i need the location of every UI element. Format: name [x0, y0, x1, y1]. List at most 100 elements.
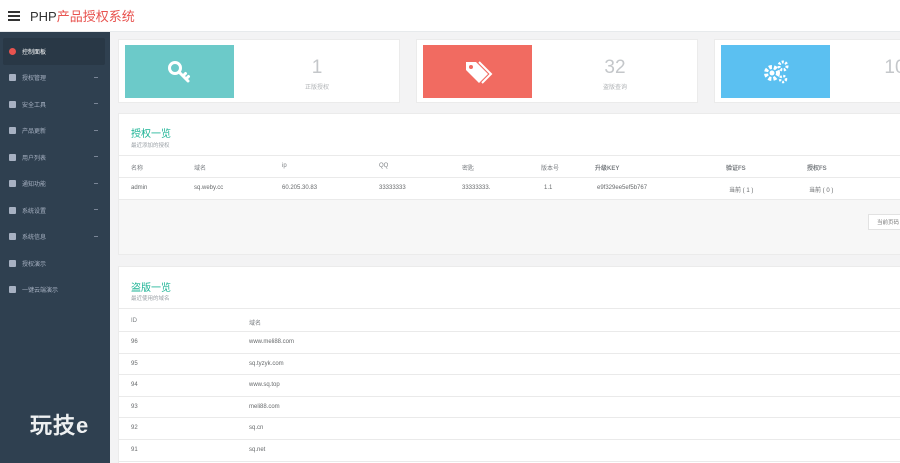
shield-icon	[9, 100, 16, 108]
table-cell: e9f329ee5ef5b767	[597, 185, 648, 191]
column-header: ip	[282, 163, 287, 169]
sidebar-item-label: 产品更新	[22, 129, 47, 136]
tag-icon	[9, 127, 16, 135]
stat-value: 10	[884, 57, 900, 78]
table-cell: 33333333	[379, 185, 406, 191]
stat-tile	[721, 45, 830, 98]
stat-card-settings: 10	[714, 39, 900, 103]
column-header: 域名	[194, 166, 207, 172]
panel-title: 授权一览	[131, 129, 171, 140]
menu-toggle-icon[interactable]	[8, 9, 20, 23]
play-icon	[9, 259, 16, 267]
sidebar-item-label: 系统设置	[22, 208, 47, 215]
divider	[119, 461, 900, 462]
sidebar-item-security[interactable]: 安全工具	[0, 91, 110, 118]
chevron-icon	[94, 182, 98, 184]
stat-label: 正版授权	[304, 85, 329, 91]
column-header: 验证FS	[726, 166, 746, 172]
sidebar-item-dashboard[interactable]: 控制面板	[3, 38, 105, 65]
stat-tile	[423, 45, 532, 98]
panel-subtitle: 最近使用的域名	[131, 296, 170, 302]
gear-icon	[763, 60, 788, 83]
sidebar-item-demo[interactable]: 授权演示	[0, 250, 110, 277]
chevron-icon	[94, 235, 98, 237]
key-icon	[9, 74, 16, 82]
divider	[119, 396, 900, 397]
sidebar-item-cloud-demo[interactable]: 一键云端演示	[0, 277, 110, 304]
sidebar-item-label: 控制面板	[22, 49, 47, 56]
table-cell: 93	[131, 404, 138, 410]
divider	[119, 439, 900, 440]
divider	[119, 308, 900, 309]
table-footer	[119, 200, 900, 254]
table-cell: 33333333.	[462, 185, 491, 191]
table-cell: sq.weby.cc	[194, 185, 224, 191]
sidebar: 控制面板 授权管理 安全工具 产品更新 用户列表 通知功能 系统设置 系统信息 …	[0, 32, 110, 463]
table-cell: admin	[131, 185, 148, 191]
column-header: 密匙	[462, 166, 475, 172]
table-cell: www.meli88.com	[249, 339, 295, 345]
divider	[119, 417, 900, 418]
pagination-button[interactable]: 当前页码	[868, 214, 900, 230]
bell-icon	[9, 180, 16, 188]
column-header: 授权FS	[807, 166, 827, 172]
table-cell: 91	[131, 447, 138, 453]
divider	[119, 353, 900, 354]
table-cell: 当前 ( 1 )	[729, 188, 754, 194]
stat-card-licensed: 1 正版授权	[118, 39, 400, 103]
sidebar-item-label: 安全工具	[22, 102, 47, 109]
table-cell: meli88.com	[249, 404, 280, 410]
stat-label: 盗版查询	[602, 85, 627, 91]
info-icon	[9, 233, 16, 241]
table-cell: 95	[131, 361, 138, 367]
watermark: 玩技e	[30, 413, 90, 438]
app-title: PHP产品授权系统	[30, 6, 135, 25]
sidebar-item-label: 系统信息	[22, 235, 47, 242]
sidebar-item-label: 一键云端演示	[22, 288, 59, 295]
sidebar-item-sysinfo[interactable]: 系统信息	[0, 224, 110, 251]
sidebar-item-updates[interactable]: 产品更新	[0, 118, 110, 145]
table-cell: www.sq.top	[249, 382, 280, 388]
divider	[119, 177, 900, 178]
column-header: 版本号	[541, 166, 560, 172]
column-header: 域名	[249, 321, 262, 327]
stat-card-pirated: 32 盗版查询	[416, 39, 698, 103]
top-bar: PHP产品授权系统	[0, 0, 900, 32]
sidebar-item-label: 通知功能	[22, 182, 47, 189]
table-cell: 92	[131, 425, 138, 431]
chevron-icon	[94, 76, 98, 78]
column-header: 名称	[131, 166, 144, 172]
chevron-icon	[94, 129, 98, 131]
sidebar-item-notify[interactable]: 通知功能	[0, 171, 110, 198]
divider	[119, 155, 900, 156]
column-header: 升级KEY	[595, 166, 620, 172]
sidebar-item-settings[interactable]: 系统设置	[0, 197, 110, 224]
table-cell: sq.tyzyk.com	[249, 361, 284, 367]
stat-value: 1	[311, 57, 323, 78]
chevron-icon	[94, 103, 98, 104]
sidebar-item-auth[interactable]: 授权管理	[0, 65, 110, 92]
table-cell: 96	[131, 339, 138, 345]
table-cell: 94	[131, 382, 138, 388]
column-header: ID	[131, 318, 137, 324]
app-title-prefix: PHP	[30, 9, 57, 24]
table-cell: 当前 ( 0 )	[809, 188, 834, 194]
key-icon	[167, 60, 190, 82]
table-cell: 60.205.30.83	[282, 185, 318, 191]
pirate-panel: 盗版一览 最近使用的域名 ID 域名 96 www.meli88.com 95 …	[118, 266, 900, 463]
column-header: QQ	[379, 163, 389, 169]
table-cell: 1.1	[544, 185, 553, 191]
user-icon	[9, 153, 16, 161]
stat-value: 32	[604, 57, 626, 78]
app-title-accent: 产品授权系统	[56, 9, 135, 24]
divider	[119, 374, 900, 375]
sidebar-item-label: 授权管理	[22, 76, 47, 83]
dashboard-icon	[9, 47, 16, 55]
sidebar-item-users[interactable]: 用户列表	[0, 144, 110, 171]
cloud-icon	[9, 286, 16, 294]
stat-tile	[125, 45, 234, 98]
tag-icon	[465, 60, 492, 84]
gear-icon	[9, 206, 16, 214]
table-cell: sq.net	[249, 447, 266, 453]
sidebar-item-label: 用户列表	[22, 155, 47, 162]
